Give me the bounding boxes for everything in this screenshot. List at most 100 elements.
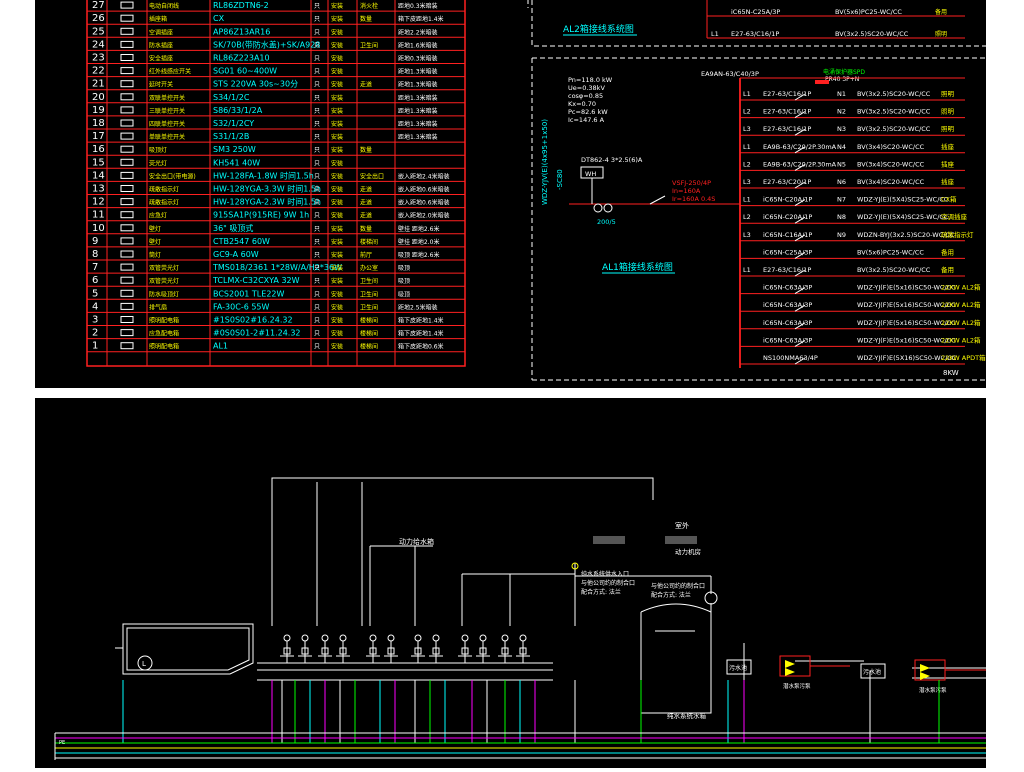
legend-row-number: 3 (92, 315, 98, 326)
legend-row-name: 疏散指示灯 (149, 186, 179, 194)
legend-row-install: 嵌入距地0.6米暗装 (398, 199, 450, 207)
legend-symbol-icon (120, 40, 134, 48)
circuit-row: iC65N-C63A/3P WDZ-YJ(F)E(5x16)SC50-WC/CC2… (740, 300, 981, 312)
legend-row-install-type: 安装 (331, 277, 343, 285)
legend-row-install-type: 安装 (331, 290, 343, 298)
legend-row-install-type: 安装 (331, 343, 343, 351)
circuit-note: 插座 (941, 142, 955, 151)
legend-row-name: 四联单控开关 (149, 120, 185, 128)
pure-water-label-4: 与他公司约的制合口 (651, 582, 705, 590)
legend-row-name: 壁灯 (149, 225, 161, 233)
legend-row-unit: 只 (314, 160, 320, 167)
legend-row-install: 箱下皮距地1.4米 (398, 15, 444, 23)
circuit-phase: L1 (743, 90, 751, 98)
legend-row-name: 三联单控开关 (149, 107, 185, 115)
circuit-cable: BV(3x2.5)SC20-WC/CC (857, 266, 931, 274)
legend-row-model: S34/1/2C (213, 93, 250, 102)
legend-row-install-type: 安装 (331, 133, 343, 141)
circuit-note: 备用 (941, 265, 954, 274)
legend-row-install-type: 安装 (331, 199, 343, 207)
legend-row-mark: 安全出口 (360, 172, 384, 180)
legend-row-name: 红外线感应开关 (149, 68, 191, 76)
last-note: 8KW (943, 369, 959, 377)
legend-row-install: 距地1.6米暗装 (398, 41, 438, 49)
legend-row: 27 电动自闭线 RL86ZDTN6-2 只 安装 消火栓 距地0.3米暗装 (87, 0, 465, 12)
circuit-note: 插座 (941, 159, 955, 168)
al2-c1-note: 备用 (935, 8, 947, 16)
legend-symbol-icon (120, 237, 134, 245)
circuit-cable: BV(3x2.5)SC20-WC/CC (857, 90, 931, 98)
legend-row-install-type: 安装 (331, 330, 343, 338)
al2-c2-phase: L1 (711, 30, 719, 38)
legend-row-number: 4 (92, 301, 98, 312)
load-param: Pc=82.6 kW (568, 108, 608, 116)
al2-section: AL2箱接线系统图 iC65N-C25A/3P BV(5x6)PC25-WC/C… (531, 0, 986, 47)
legend-row: 14 安全出口(带电源) HW-128FA-1.8W 时间1.5h 只 安装 安全出口 嵌入… (87, 170, 465, 182)
circuit-note: 22KW AL2箱 (941, 300, 981, 309)
legend-row-number: 7 (92, 262, 98, 273)
legend-row-name: 安全插座 (149, 55, 173, 63)
circuit-breaker: E27-63/C16/1P (763, 125, 811, 133)
legend-row-mark: 卫生间 (360, 303, 378, 311)
legend-row-number: 21 (92, 79, 105, 90)
legend-row-number: 22 (92, 66, 105, 77)
legend-row-mark: 走道 (360, 81, 372, 89)
legend-row-name: 防水插座 (149, 41, 173, 49)
circuit-breaker: iC65N-C63A/3P (763, 301, 812, 309)
pe-label: PE (59, 740, 65, 746)
pump-box-label: 动力给水箱 (399, 537, 434, 546)
legend-row-install: 距地1.3米暗装 (398, 94, 438, 102)
legend-row-unit: 只 (314, 121, 320, 128)
legend-row-model: S31/1/2B (213, 132, 249, 141)
legend-row-unit: 只 (314, 200, 320, 207)
legend-row: 15 荧光灯 KH541 40W 只 安装 (87, 157, 465, 169)
circuit-note: 22KW APDT箱 (941, 353, 986, 362)
legend-row-model: SM3 250W (213, 145, 256, 154)
circuit-cable: BV(3x4)SC20-WC/CC (857, 160, 925, 168)
legend-row-model: GC9-A 60W (213, 250, 259, 259)
legend-row: 1 照明配电箱 AL1 只 安装 楼梯间 箱下皮距地0.6米 (87, 341, 465, 353)
legend-row-name: 照明配电箱 (149, 343, 179, 351)
legend-row-install: 壁挂 距地2.6米 (398, 225, 439, 233)
legend-symbol-icon (120, 80, 134, 88)
legend-row-install: 箱下皮距地1.4米 (398, 317, 444, 325)
legend-row-mark: 数量 (360, 225, 372, 233)
legend-row: 2 应急配电箱 #0S0S01-2#11.24.32 只 安装 楼梯间 箱下皮距地1.4米 (87, 328, 465, 340)
legend-row-install: 距地2.5米暗装 (398, 303, 438, 311)
legend-row-number: 5 (92, 288, 98, 299)
circuit-breaker: E27-63/C16/1P (763, 266, 811, 274)
circuit-note: 备用 (941, 247, 954, 256)
load-params: Pn=118.0 kWUe=0.38kVcosφ=0.85Kx=0.70Pc=8… (568, 76, 613, 124)
legend-row-mark: 卫生间 (360, 277, 378, 285)
pure-water-label-1: 纯水系统供水入口 (581, 570, 629, 578)
legend-row-install-type: 安装 (331, 28, 343, 36)
legend-row-install-type: 安装 (331, 120, 343, 128)
legend-row-model: AL1 (213, 342, 228, 351)
legend-symbol-icon (120, 263, 134, 271)
legend-symbol-icon (120, 67, 134, 75)
circuit-row: iC65N-C63A/3P WDZ-YJ(F)E(5x16)SC50-WC/CC2… (740, 318, 981, 330)
legend-row-number: 26 (92, 13, 105, 24)
legend-row-number: 6 (92, 275, 98, 286)
legend-row-mark: 前厅 (360, 251, 372, 259)
legend-row-install-type: 安装 (331, 159, 343, 167)
legend-row-install-type: 安装 (331, 186, 343, 194)
main-breaker-label: EA9AN-63/C40/3P (701, 70, 759, 78)
legend-row-install: 箱下皮距地0.6米 (398, 343, 444, 351)
circuit-breaker: iC65N-C25A/3P (763, 248, 812, 256)
legend-symbol-icon (120, 119, 134, 127)
incoming-label-2: In=160A (672, 187, 701, 195)
pump-unit (366, 634, 380, 663)
pump-unit (336, 634, 350, 663)
legend-row-name: 单联单控开关 (149, 133, 185, 141)
legend-row-number: 25 (92, 26, 105, 37)
circuit-breaker: EA9B-63/C20/2P.30mA (763, 143, 837, 151)
legend-symbol-icon (120, 158, 134, 166)
legend-row: 9 壁灯 CTB2547 60W 只 安装 楼梯间 壁挂 距地2.0米 (87, 236, 465, 248)
legend-row-name: 双联单控开关 (149, 94, 185, 102)
pump-unit (516, 634, 530, 663)
legend-symbol-icon (120, 302, 134, 310)
legend-row-unit: 只 (314, 29, 320, 36)
circuit-row: iC65N-C63A/3P WDZ-YJ(F)E(5x16)SC50-WC/CC2… (740, 283, 981, 295)
legend-row-install: 吸顶 距地2.6米 (398, 251, 439, 259)
